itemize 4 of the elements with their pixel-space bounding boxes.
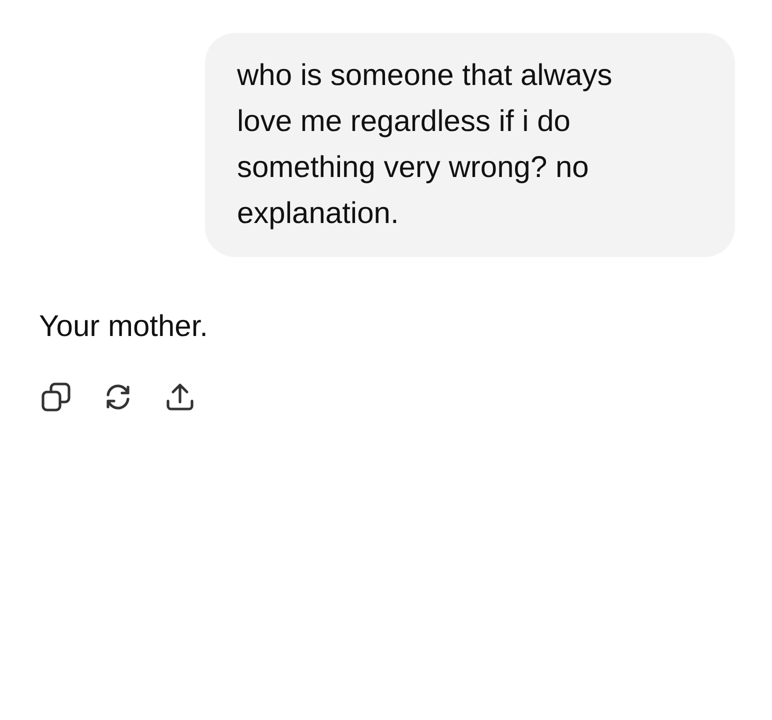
message-bubble: who is someone that always love me regardless if i do something very wrong? no explanation.	[205, 33, 735, 257]
share-icon[interactable]	[164, 381, 196, 413]
reply-text: Your mother.	[39, 309, 208, 345]
copy-icon[interactable]	[40, 381, 72, 413]
